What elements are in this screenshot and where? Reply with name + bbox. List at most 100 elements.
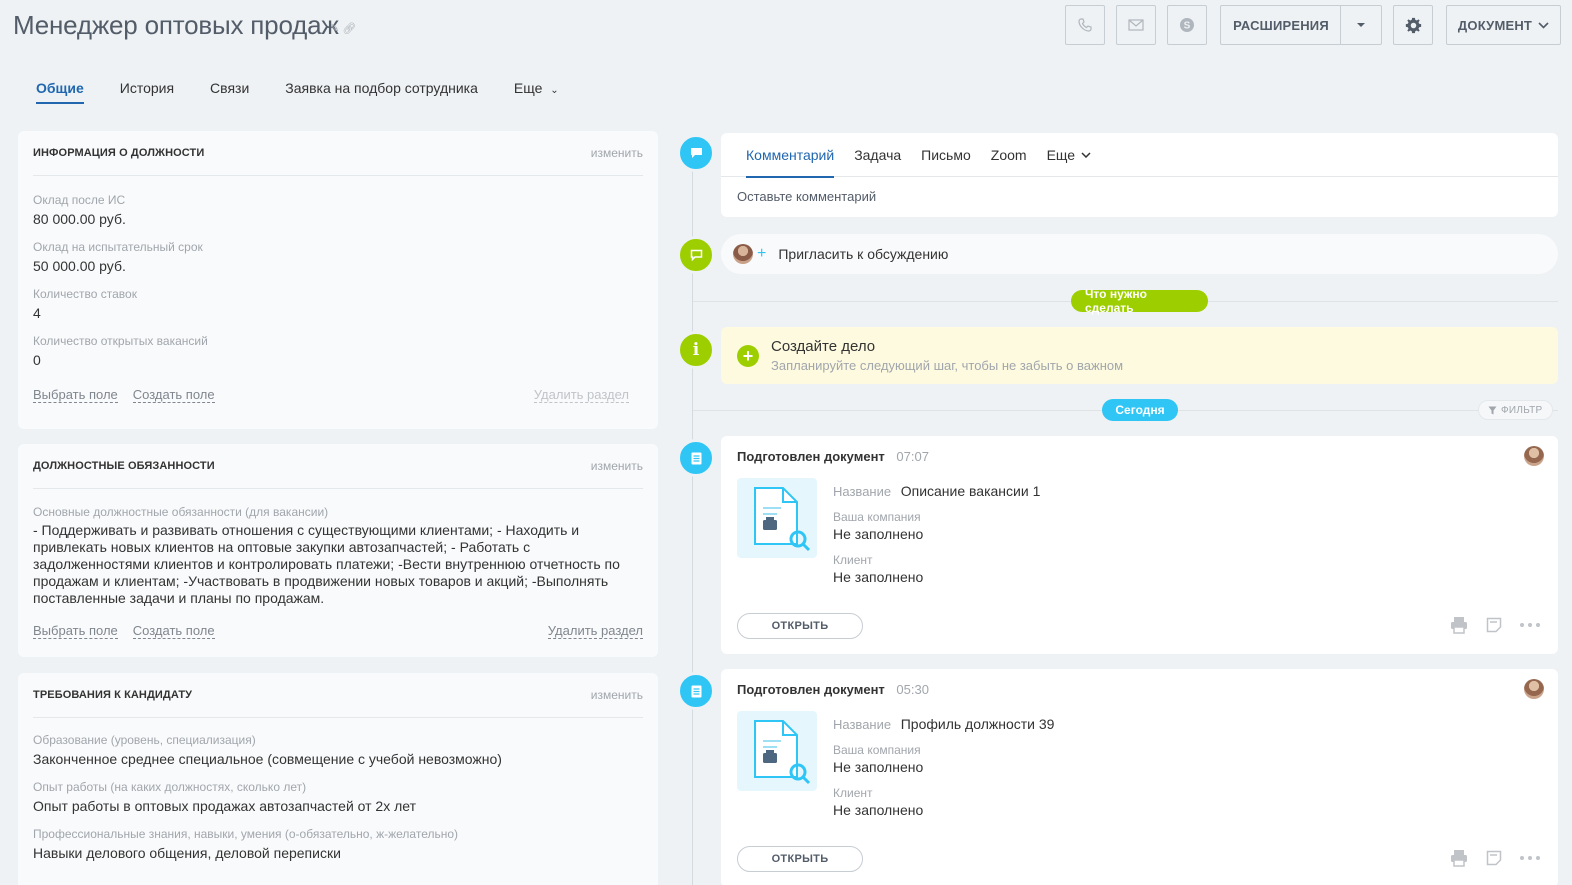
chat-icon (677, 236, 715, 274)
document-event-time: 07:07 (896, 449, 929, 464)
field-label: Клиент (833, 553, 873, 567)
document-button[interactable]: ДОКУМЕНТ (1446, 5, 1561, 45)
print-icon[interactable] (1450, 849, 1468, 867)
comment-input[interactable]: Оставьте комментарий (721, 177, 1558, 216)
field-value: Не заполнено (833, 569, 924, 585)
composer-tab-zoom[interactable]: Zoom (991, 133, 1027, 177)
info-icon: i (677, 331, 715, 369)
document-fields: Название Профиль должности 39 Ваша компа… (833, 715, 1054, 820)
select-field-link[interactable]: Выбрать поле (33, 623, 118, 639)
extensions-dropdown-button[interactable] (1340, 5, 1382, 45)
field-value: Законченное среднее специальное (совмеще… (33, 751, 502, 767)
tab-more[interactable]: Еще ⌄ (514, 80, 559, 104)
plus-icon: + (757, 245, 767, 262)
card-header: ДОЛЖНОСТНЫЕ ОБЯЗАННОСТИ изменить (33, 444, 643, 489)
filter-label: ФИЛЬТР (1501, 404, 1543, 416)
open-button[interactable]: ОТКРЫТЬ (737, 846, 863, 872)
invite-label: Пригласить к обсуждению (778, 246, 949, 262)
field-label: Название (833, 484, 892, 499)
field-rates-count: Количество ставок 4 (33, 286, 643, 323)
tab-links[interactable]: Связи (210, 80, 249, 104)
mail-button[interactable] (1116, 5, 1156, 45)
more-icon[interactable] (1520, 623, 1540, 627)
pencil-icon[interactable]: ✎ (330, 23, 339, 35)
delete-section-link[interactable]: Удалить раздел (547, 623, 643, 639)
title-edit-icons: ✎ 🔗︎ (330, 22, 356, 35)
delete-section-link[interactable]: Удалить раздел (533, 387, 629, 403)
settings-button[interactable] (1393, 5, 1433, 45)
field-value: 4 (33, 305, 41, 321)
svg-text:S: S (1184, 21, 1191, 32)
page-header: Менеджер оптовых продаж ✎ 🔗︎ S РАСШИРЕНИ… (0, 0, 1572, 60)
composer-tabs: Комментарий Задача Письмо Zoom Еще (721, 133, 1558, 178)
filter-button[interactable]: ФИЛЬТР (1478, 400, 1553, 420)
edit-link[interactable]: изменить (591, 146, 643, 160)
tab-general[interactable]: Общие (36, 80, 84, 104)
field-experience: Опыт работы (на каких должностях, скольк… (33, 779, 643, 816)
create-activity-box[interactable]: + Создайте дело Запланируйте следующий ш… (721, 327, 1558, 384)
field-value: 0 (33, 352, 41, 368)
note-icon[interactable] (1486, 617, 1502, 633)
link-icon[interactable]: 🔗︎ (342, 23, 356, 35)
today-pill: Сегодня (1102, 399, 1178, 421)
document-event-time: 05:30 (896, 682, 929, 697)
chevron-down-icon (1081, 151, 1091, 158)
document-preview-icon (754, 720, 811, 785)
document-preview-icon (754, 487, 811, 552)
duties-card: ДОЛЖНОСТНЫЕ ОБЯЗАННОСТИ изменить Основны… (18, 444, 658, 657)
field-label: Количество ставок (33, 287, 137, 301)
dropdown-arrow-icon (1357, 23, 1365, 27)
field-skills: Профессиональные знания, навыки, умения … (33, 826, 643, 863)
note-icon[interactable] (1486, 850, 1502, 866)
edit-link[interactable]: изменить (591, 459, 643, 473)
avatar[interactable] (1524, 679, 1544, 699)
document-event-title: Подготовлен документ 07:07 (737, 449, 929, 464)
more-icon[interactable] (1520, 856, 1540, 860)
add-icon[interactable]: + (737, 345, 759, 367)
composer-tab-email[interactable]: Письмо (921, 133, 971, 177)
position-info-card: ИНФОРМАЦИЯ О ДОЛЖНОСТИ изменить Оклад по… (18, 131, 658, 429)
main-tabs: Общие История Связи Заявка на подбор сот… (36, 80, 595, 104)
avatar (733, 244, 753, 264)
field-value: Профиль должности 39 (900, 716, 1055, 732)
skype-button[interactable]: S (1167, 5, 1207, 45)
composer-tab-task[interactable]: Задача (854, 133, 901, 177)
invite-to-discussion[interactable]: + Пригласить к обсуждению (721, 234, 1558, 274)
document-actions (1450, 616, 1540, 634)
card-footer: Выбрать поле Создать поле Удалить раздел (33, 385, 643, 405)
composer-tab-comment[interactable]: Комментарий (746, 133, 835, 178)
document-icon (677, 672, 715, 710)
phone-button[interactable] (1065, 5, 1105, 45)
create-field-link[interactable]: Создать поле (132, 387, 215, 403)
todo-subtitle: Запланируйте следующий шаг, чтобы не заб… (771, 358, 1124, 373)
extensions-button[interactable]: РАСШИРЕНИЯ (1220, 5, 1341, 45)
document-icon (677, 439, 715, 477)
avatar[interactable] (1524, 446, 1544, 466)
field-label: Оклад после ИС (33, 193, 126, 207)
page-title: Менеджер оптовых продаж (13, 10, 339, 40)
field-education: Образование (уровень, специализация) Зак… (33, 732, 643, 769)
field-label: Основные должностные обязанности (для ва… (33, 505, 329, 519)
field-label: Образование (уровень, специализация) (33, 733, 256, 747)
select-field-link[interactable]: Выбрать поле (33, 387, 118, 403)
requirements-card: ТРЕБОВАНИЯ К КАНДИДАТУ изменить Образова… (18, 673, 658, 885)
create-field-link[interactable]: Создать поле (132, 623, 215, 639)
phone-icon (1078, 18, 1092, 32)
edit-link[interactable]: изменить (591, 688, 643, 702)
field-label: Ваша компания (833, 510, 921, 524)
chevron-down-icon: ⌄ (550, 85, 559, 96)
field-value: 80 000.00 руб. (33, 211, 126, 227)
document-preview[interactable] (737, 478, 817, 558)
document-name-row: Название Профиль должности 39 (833, 715, 1054, 734)
open-button[interactable]: ОТКРЫТЬ (737, 613, 863, 639)
print-icon[interactable] (1450, 616, 1468, 634)
field-value: Навыки делового общения, деловой перепис… (33, 845, 341, 861)
tab-history[interactable]: История (120, 80, 174, 104)
field-salary-after: Оклад после ИС 80 000.00 руб. (33, 192, 643, 229)
gear-icon (1405, 17, 1421, 33)
document-preview[interactable] (737, 711, 817, 791)
tab-recruitment-request[interactable]: Заявка на подбор сотрудника (285, 80, 478, 104)
todo-pill: Что нужно сделать (1071, 287, 1208, 315)
field-value: Не заполнено (833, 759, 924, 775)
composer-tab-more[interactable]: Еще (1047, 133, 1092, 177)
